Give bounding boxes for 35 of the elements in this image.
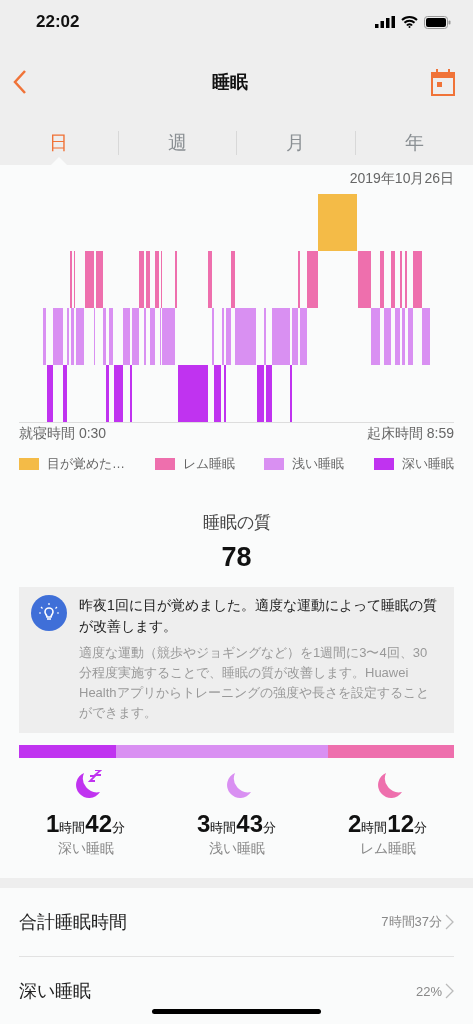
- period-tab[interactable]: 日: [0, 120, 118, 165]
- quality-title: 睡眠の質: [201, 512, 272, 534]
- row-value: 22%: [415, 983, 442, 999]
- wifi-icon: [401, 16, 418, 28]
- legend-label: 深い睡眠: [401, 455, 454, 473]
- legend-label: レム睡眠: [182, 455, 235, 473]
- status-time: 22:02: [36, 12, 80, 32]
- legend-label: 浅い睡眠: [292, 455, 345, 473]
- legend-label: 目が覚めた…: [47, 455, 125, 473]
- stage-label: 深い睡眠: [57, 840, 114, 858]
- stage-label: レム睡眠: [359, 840, 416, 858]
- battery-icon: [424, 15, 451, 29]
- tip-body: 適度な運動（競歩やジョギングなど）を1週間に3〜4回、30分程度実施することで、睡眠の質が改善します。Huawei Healthアプリからトレーニングの強度や長さを設定することができます。: [79, 644, 430, 722]
- period-tab[interactable]: 月: [237, 120, 355, 165]
- period-tab[interactable]: 年: [355, 120, 473, 165]
- wake-time-label: 起床時間 8:59: [366, 425, 454, 443]
- row-value: 7時間37分: [381, 913, 442, 931]
- stage-duration: 3時間43分: [196, 810, 277, 838]
- calendar-icon[interactable]: [431, 68, 455, 96]
- period-tab[interactable]: 週: [118, 120, 236, 165]
- back-icon[interactable]: [12, 69, 28, 95]
- date-label: 2019年10月26日: [348, 169, 455, 188]
- chevron-icon[interactable]: [445, 914, 454, 930]
- bedtime-label: 就寝時間 0:30: [19, 425, 107, 443]
- chevron-icon[interactable]: [445, 983, 454, 999]
- page-title: 睡眠: [211, 71, 248, 94]
- stage-duration: 1時間42分: [45, 810, 126, 838]
- stage-duration: 2時間12分: [347, 810, 428, 838]
- tip-headline: 昨夜1回に目が覚めました。適度な運動によって睡眠の質が改善します。: [79, 596, 438, 636]
- lightbulb-icon: [31, 595, 67, 631]
- quality-score: 78: [220, 542, 253, 573]
- row-label: 深い睡眠: [19, 980, 91, 1003]
- signal-icon: [375, 16, 395, 28]
- stage-label: 浅い睡眠: [208, 840, 265, 858]
- row-label: 合計睡眠時間: [19, 911, 127, 934]
